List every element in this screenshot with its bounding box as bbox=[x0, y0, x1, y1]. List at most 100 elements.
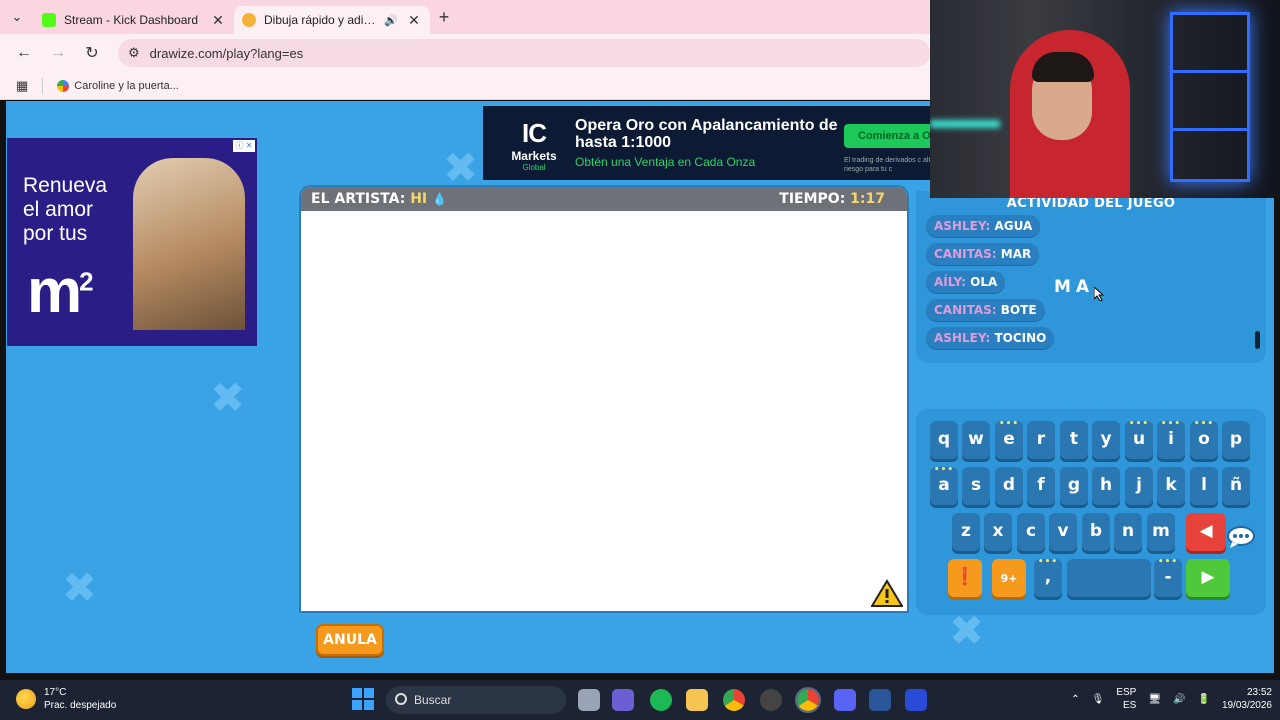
clock[interactable]: 23:52 19/03/2026 bbox=[1222, 686, 1272, 712]
key-n[interactable]: n bbox=[1114, 513, 1142, 551]
key-k[interactable]: k bbox=[1157, 467, 1185, 505]
key-w[interactable]: w bbox=[962, 421, 990, 459]
key-p[interactable]: p bbox=[1222, 421, 1250, 459]
reload-icon[interactable]: ↻ bbox=[78, 39, 106, 67]
accent-dots: ••• bbox=[1157, 557, 1179, 567]
hint-key[interactable]: ❗ bbox=[948, 559, 982, 597]
anula-button[interactable]: ANULA bbox=[316, 624, 384, 656]
key-enye[interactable]: ñ bbox=[1222, 467, 1250, 505]
obs-icon[interactable] bbox=[760, 689, 782, 711]
key-c[interactable]: c bbox=[1017, 513, 1045, 551]
battery-icon[interactable]: 🔋 bbox=[1197, 694, 1209, 705]
key-v[interactable]: v bbox=[1049, 513, 1077, 551]
app-icon[interactable] bbox=[905, 689, 927, 711]
artist-label: EL ARTISTA: bbox=[311, 191, 406, 207]
key-z[interactable]: z bbox=[952, 513, 980, 551]
current-guess-word: MA bbox=[1054, 277, 1095, 297]
space-key[interactable] bbox=[1067, 559, 1151, 597]
search-icon bbox=[395, 693, 407, 705]
key-t[interactable]: t bbox=[1060, 421, 1088, 459]
language-indicator[interactable]: ESP ES bbox=[1116, 686, 1136, 712]
key-h[interactable]: h bbox=[1092, 467, 1120, 505]
report-warning-icon[interactable] bbox=[871, 579, 903, 607]
discord-icon[interactable] bbox=[834, 689, 856, 711]
key-m[interactable]: m bbox=[1147, 513, 1175, 551]
network-icon[interactable]: 🖥 bbox=[1148, 694, 1161, 705]
speaker-icon[interactable]: 🔊 bbox=[384, 14, 398, 27]
apps-grid-icon[interactable]: ▦ bbox=[16, 78, 28, 94]
url-text: drawize.com/play?lang=es bbox=[149, 45, 304, 61]
site-settings-icon[interactable]: ⚙ bbox=[128, 45, 140, 61]
bookmarks-bar: ▦ Caroline y la puerta... bbox=[0, 72, 930, 100]
tab-search-chevron-icon[interactable]: ⌄ bbox=[0, 0, 34, 34]
key-q[interactable]: q bbox=[930, 421, 958, 459]
ad-photo bbox=[133, 158, 245, 330]
key-l[interactable]: l bbox=[1190, 467, 1218, 505]
key-dash[interactable]: ••• - bbox=[1154, 557, 1182, 597]
key-d[interactable]: d bbox=[995, 467, 1023, 505]
chevron-up-icon[interactable]: ⌃ bbox=[1071, 694, 1079, 705]
kick-favicon-icon bbox=[42, 13, 56, 27]
chat-bubble-icon[interactable] bbox=[1226, 525, 1256, 549]
spotify-icon[interactable] bbox=[650, 689, 672, 711]
teams-icon[interactable] bbox=[612, 689, 634, 711]
new-tab-button[interactable]: + bbox=[430, 7, 458, 28]
accent-dots: ••• bbox=[1037, 557, 1059, 567]
letter-keyboard: q w ••• e r t y ••• u ••• i ••• o p ••• a s d… bbox=[916, 409, 1266, 615]
back-icon[interactable]: ← bbox=[10, 39, 38, 67]
forward-icon[interactable]: → bbox=[44, 39, 72, 67]
tab-kick-dashboard[interactable]: Stream - Kick Dashboard ✕ bbox=[34, 6, 234, 34]
key-b[interactable]: b bbox=[1082, 513, 1110, 551]
timer-label: TIEMPO: bbox=[779, 191, 846, 207]
accent-dots: ••• bbox=[998, 419, 1020, 429]
key-u[interactable]: ••• u bbox=[1125, 419, 1153, 459]
activity-scrollbar[interactable] bbox=[1255, 331, 1260, 349]
tab-drawize[interactable]: Dibuja rápido y adivina 🔊 ✕ bbox=[234, 6, 430, 34]
task-view-icon[interactable] bbox=[578, 689, 600, 711]
bookmark-item[interactable]: Caroline y la puerta... bbox=[57, 79, 179, 92]
mouse-cursor-icon bbox=[1094, 287, 1104, 301]
key-j[interactable]: j bbox=[1125, 467, 1153, 505]
close-tab-icon[interactable]: ✕ bbox=[406, 12, 422, 29]
key-i[interactable]: ••• i bbox=[1157, 420, 1185, 459]
file-explorer-icon[interactable] bbox=[686, 689, 708, 711]
top-advertisement[interactable]: IC Markets Global Opera Oro con Apalanca… bbox=[483, 106, 943, 180]
key-o[interactable]: ••• o bbox=[1190, 419, 1218, 459]
chrome-icon[interactable] bbox=[723, 689, 745, 711]
key-comma[interactable]: •••, bbox=[1034, 557, 1062, 597]
backspace-arrow-icon: ◀ bbox=[1199, 521, 1213, 541]
volume-icon[interactable]: 🔊 bbox=[1173, 694, 1185, 705]
chrome-active-icon[interactable] bbox=[795, 687, 821, 713]
backspace-key[interactable]: ◀ bbox=[1186, 513, 1226, 551]
accent-dots: ••• bbox=[1193, 419, 1215, 429]
left-advertisement[interactable]: Renueva el amor por tus m2 ⓘ ✕ bbox=[7, 138, 257, 346]
address-bar[interactable]: ⚙ drawize.com/play?lang=es bbox=[118, 39, 930, 67]
activity-title: ACTIVIDAD DEL JUEGO bbox=[1006, 196, 1176, 211]
adchoices-icon[interactable]: ⓘ ✕ bbox=[233, 140, 255, 152]
submit-key[interactable]: ▶ bbox=[1186, 559, 1230, 597]
ad-fine-print: El trading de derivados c alto riesgo pa… bbox=[844, 157, 935, 173]
windows-start-icon[interactable] bbox=[352, 688, 374, 710]
key-f[interactable]: f bbox=[1027, 467, 1055, 505]
word-icon[interactable] bbox=[869, 689, 891, 711]
accent-dots: ••• bbox=[1128, 419, 1150, 429]
key-g[interactable]: g bbox=[1060, 467, 1088, 505]
drawing-canvas[interactable]: EL ARTISTA: HI 💧 TIEMPO: 1:17 bbox=[299, 185, 909, 613]
close-tab-icon[interactable]: ✕ bbox=[210, 12, 226, 29]
ad-cta-button[interactable]: Comienza a Op bbox=[844, 124, 943, 148]
key-x[interactable]: x bbox=[984, 513, 1012, 551]
canvas-header: EL ARTISTA: HI 💧 TIEMPO: 1:17 bbox=[301, 187, 907, 211]
hint-counter-key[interactable]: 9+ bbox=[992, 559, 1026, 597]
play-arrow-icon: ▶ bbox=[1201, 567, 1215, 587]
hint-badge: 9+ bbox=[1000, 572, 1018, 585]
exclamation-bulb-icon: ❗ bbox=[954, 567, 976, 587]
screen: ⌄ Stream - Kick Dashboard ✕ Dibuja rápid… bbox=[0, 0, 1280, 720]
taskbar-search[interactable]: Buscar bbox=[386, 686, 566, 714]
key-y[interactable]: y bbox=[1092, 421, 1120, 459]
key-a[interactable]: ••• a bbox=[930, 466, 958, 505]
key-r[interactable]: r bbox=[1027, 421, 1055, 459]
key-e[interactable]: ••• e bbox=[995, 419, 1023, 459]
microphone-icon[interactable]: 🎙 bbox=[1092, 694, 1105, 705]
weather-widget[interactable]: 17°C Prac. despejado bbox=[16, 686, 116, 712]
key-s[interactable]: s bbox=[962, 467, 990, 505]
